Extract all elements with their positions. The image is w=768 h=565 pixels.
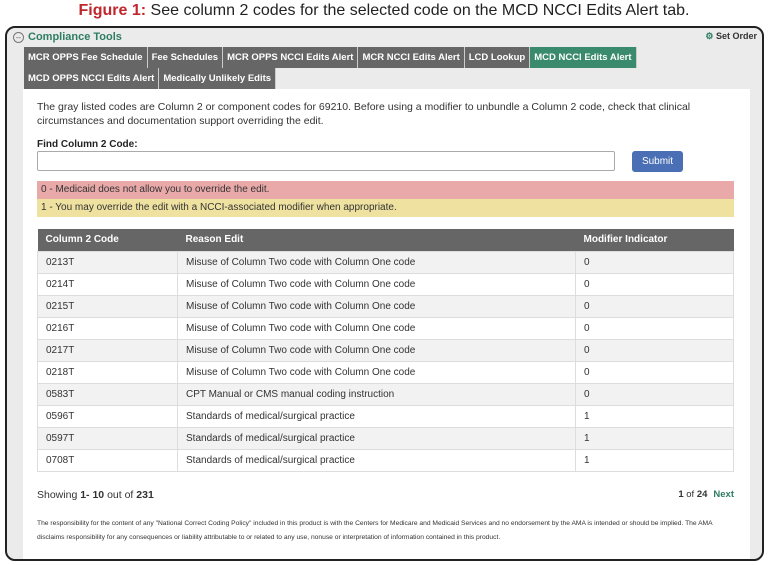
tab-bar: MCR OPPS Fee Schedule Fee Schedules MCR OP… [24,47,644,89]
cell-code: 0218T [37,360,178,384]
codes-table: Column 2 Code Reason Edit Modifier Indic… [37,229,734,472]
disclaimer: The responsibility for the content of an… [37,520,713,541]
table-row: 0596T Standards of medical/surgical pract… [37,404,734,428]
tab-mcr-opps-ncci-edits-alert[interactable]: MCR OPPS NCCI Edits Alert [223,47,359,68]
gear-icon: ⚙ [705,31,714,41]
tab-mcd-ncci-edits-alert[interactable]: MCD NCCI Edits Alert [530,47,637,68]
intro-text: The gray listed codes are Column 2 or co… [37,101,691,127]
current-page: 1 [678,489,684,500]
cell-modifier: 0 [575,360,734,384]
cell-reason: Misuse of Column Two code with Column On… [177,360,576,384]
cell-code: 0708T [37,448,178,472]
col-header-code[interactable]: Column 2 Code [37,229,178,251]
tab-mcr-opps-fee-schedule[interactable]: MCR OPPS Fee Schedule [24,47,148,68]
table-header: Column 2 Code Reason Edit Modifier Indic… [37,229,734,251]
tab-lcd-lookup[interactable]: LCD Lookup [464,47,531,68]
tab-fee-schedules[interactable]: Fee Schedules [147,47,224,68]
cell-code: 0215T [37,294,178,318]
cell-modifier: 1 [575,426,734,450]
table-row: 0218T Misuse of Column Two code with Colu… [37,360,734,384]
submit-button[interactable]: Submit [632,151,683,172]
page-count: 24 [696,489,708,500]
find-label: Find Column 2 Code: [37,139,138,150]
cell-reason: Misuse of Column Two code with Column On… [177,316,576,340]
col-header-modifier[interactable]: Modifier Indicator [575,229,734,251]
showing-count: Showing 1- 10 out of 231 [37,489,154,501]
table-row: 0216T Misuse of Column Two code with Colu… [37,316,734,340]
cell-code: 0583T [37,382,178,406]
cell-reason: Misuse of Column Two code with Column On… [177,294,576,318]
cell-reason: Standards of medical/surgical practice [177,426,576,450]
cell-modifier: 0 [575,272,734,296]
cell-code: 0597T [37,426,178,450]
set-order-button[interactable]: ⚙ Set Order [705,31,757,42]
tab-mcr-ncci-edits-alert[interactable]: MCR NCCI Edits Alert [358,47,465,68]
set-order-label: Set Order [715,31,757,41]
cell-modifier: 0 [575,250,734,274]
tab-content: The gray listed codes are Column 2 or co… [23,89,750,559]
tab-mcd-opps-ncci-edits-alert[interactable]: MCD OPPS NCCI Edits Alert [24,68,160,89]
cell-modifier: 0 [575,338,734,362]
cell-modifier: 1 [575,448,734,472]
table-row: 0217T Misuse of Column Two code with Colu… [37,338,734,362]
minus-circle-icon[interactable]: – [13,31,24,43]
cell-code: 0214T [37,272,178,296]
cell-reason: Standards of medical/surgical practice [177,448,576,472]
cell-reason: Misuse of Column Two code with Column On… [177,250,576,274]
cell-code: 0216T [37,316,178,340]
cell-modifier: 1 [575,404,734,428]
cell-code: 0213T [37,250,178,274]
cell-modifier: 0 [575,294,734,318]
cell-reason: Standards of medical/surgical practice [177,404,576,428]
figure-text: See column 2 codes for the selected code… [150,2,690,19]
column2-code-input[interactable] [37,151,615,171]
cell-reason: Misuse of Column Two code with Column On… [177,272,576,296]
cell-reason: Misuse of Column Two code with Column On… [177,338,576,362]
table-row: 0214T Misuse of Column Two code with Colu… [37,272,734,296]
panel-title: Compliance Tools [28,31,122,43]
of-label: of [686,489,695,500]
figure-caption: Figure 1: See column 2 codes for the sel… [0,2,768,20]
out-of-label: out of [107,489,134,501]
legend-yellow: 1 - You may override the edit with a NCC… [37,199,734,217]
showing-label: Showing [37,489,78,501]
cell-code: 0596T [37,404,178,428]
cell-reason: CPT Manual or CMS manual coding instruct… [177,382,576,406]
cell-code: 0217T [37,338,178,362]
total-count: 231 [136,489,154,501]
cell-modifier: 0 [575,316,734,340]
col-header-reason[interactable]: Reason Edit [177,229,576,251]
tab-medically-unlikely-edits[interactable]: Medically Unlikely Edits [159,68,277,89]
panel-header: – Compliance Tools [13,31,122,43]
pagination: 1 of 24 Next [678,489,734,500]
showing-range: 1- 10 [80,489,105,501]
table-row: 0597T Standards of medical/surgical pract… [37,426,734,450]
legend-red: 0 - Medicaid does not allow you to overr… [37,181,734,199]
cell-modifier: 0 [575,382,734,406]
figure-label: Figure 1: [78,2,147,19]
table-row: 0213T Misuse of Column Two code with Colu… [37,250,734,274]
table-row: 0215T Misuse of Column Two code with Colu… [37,294,734,318]
table-row: 0708T Standards of medical/surgical pract… [37,448,734,472]
table-row: 0583T CPT Manual or CMS manual coding ins… [37,382,734,406]
next-link[interactable]: Next [713,489,734,500]
compliance-tools-panel: – Compliance Tools ⚙ Set Order MCR OPPS F… [5,26,764,561]
